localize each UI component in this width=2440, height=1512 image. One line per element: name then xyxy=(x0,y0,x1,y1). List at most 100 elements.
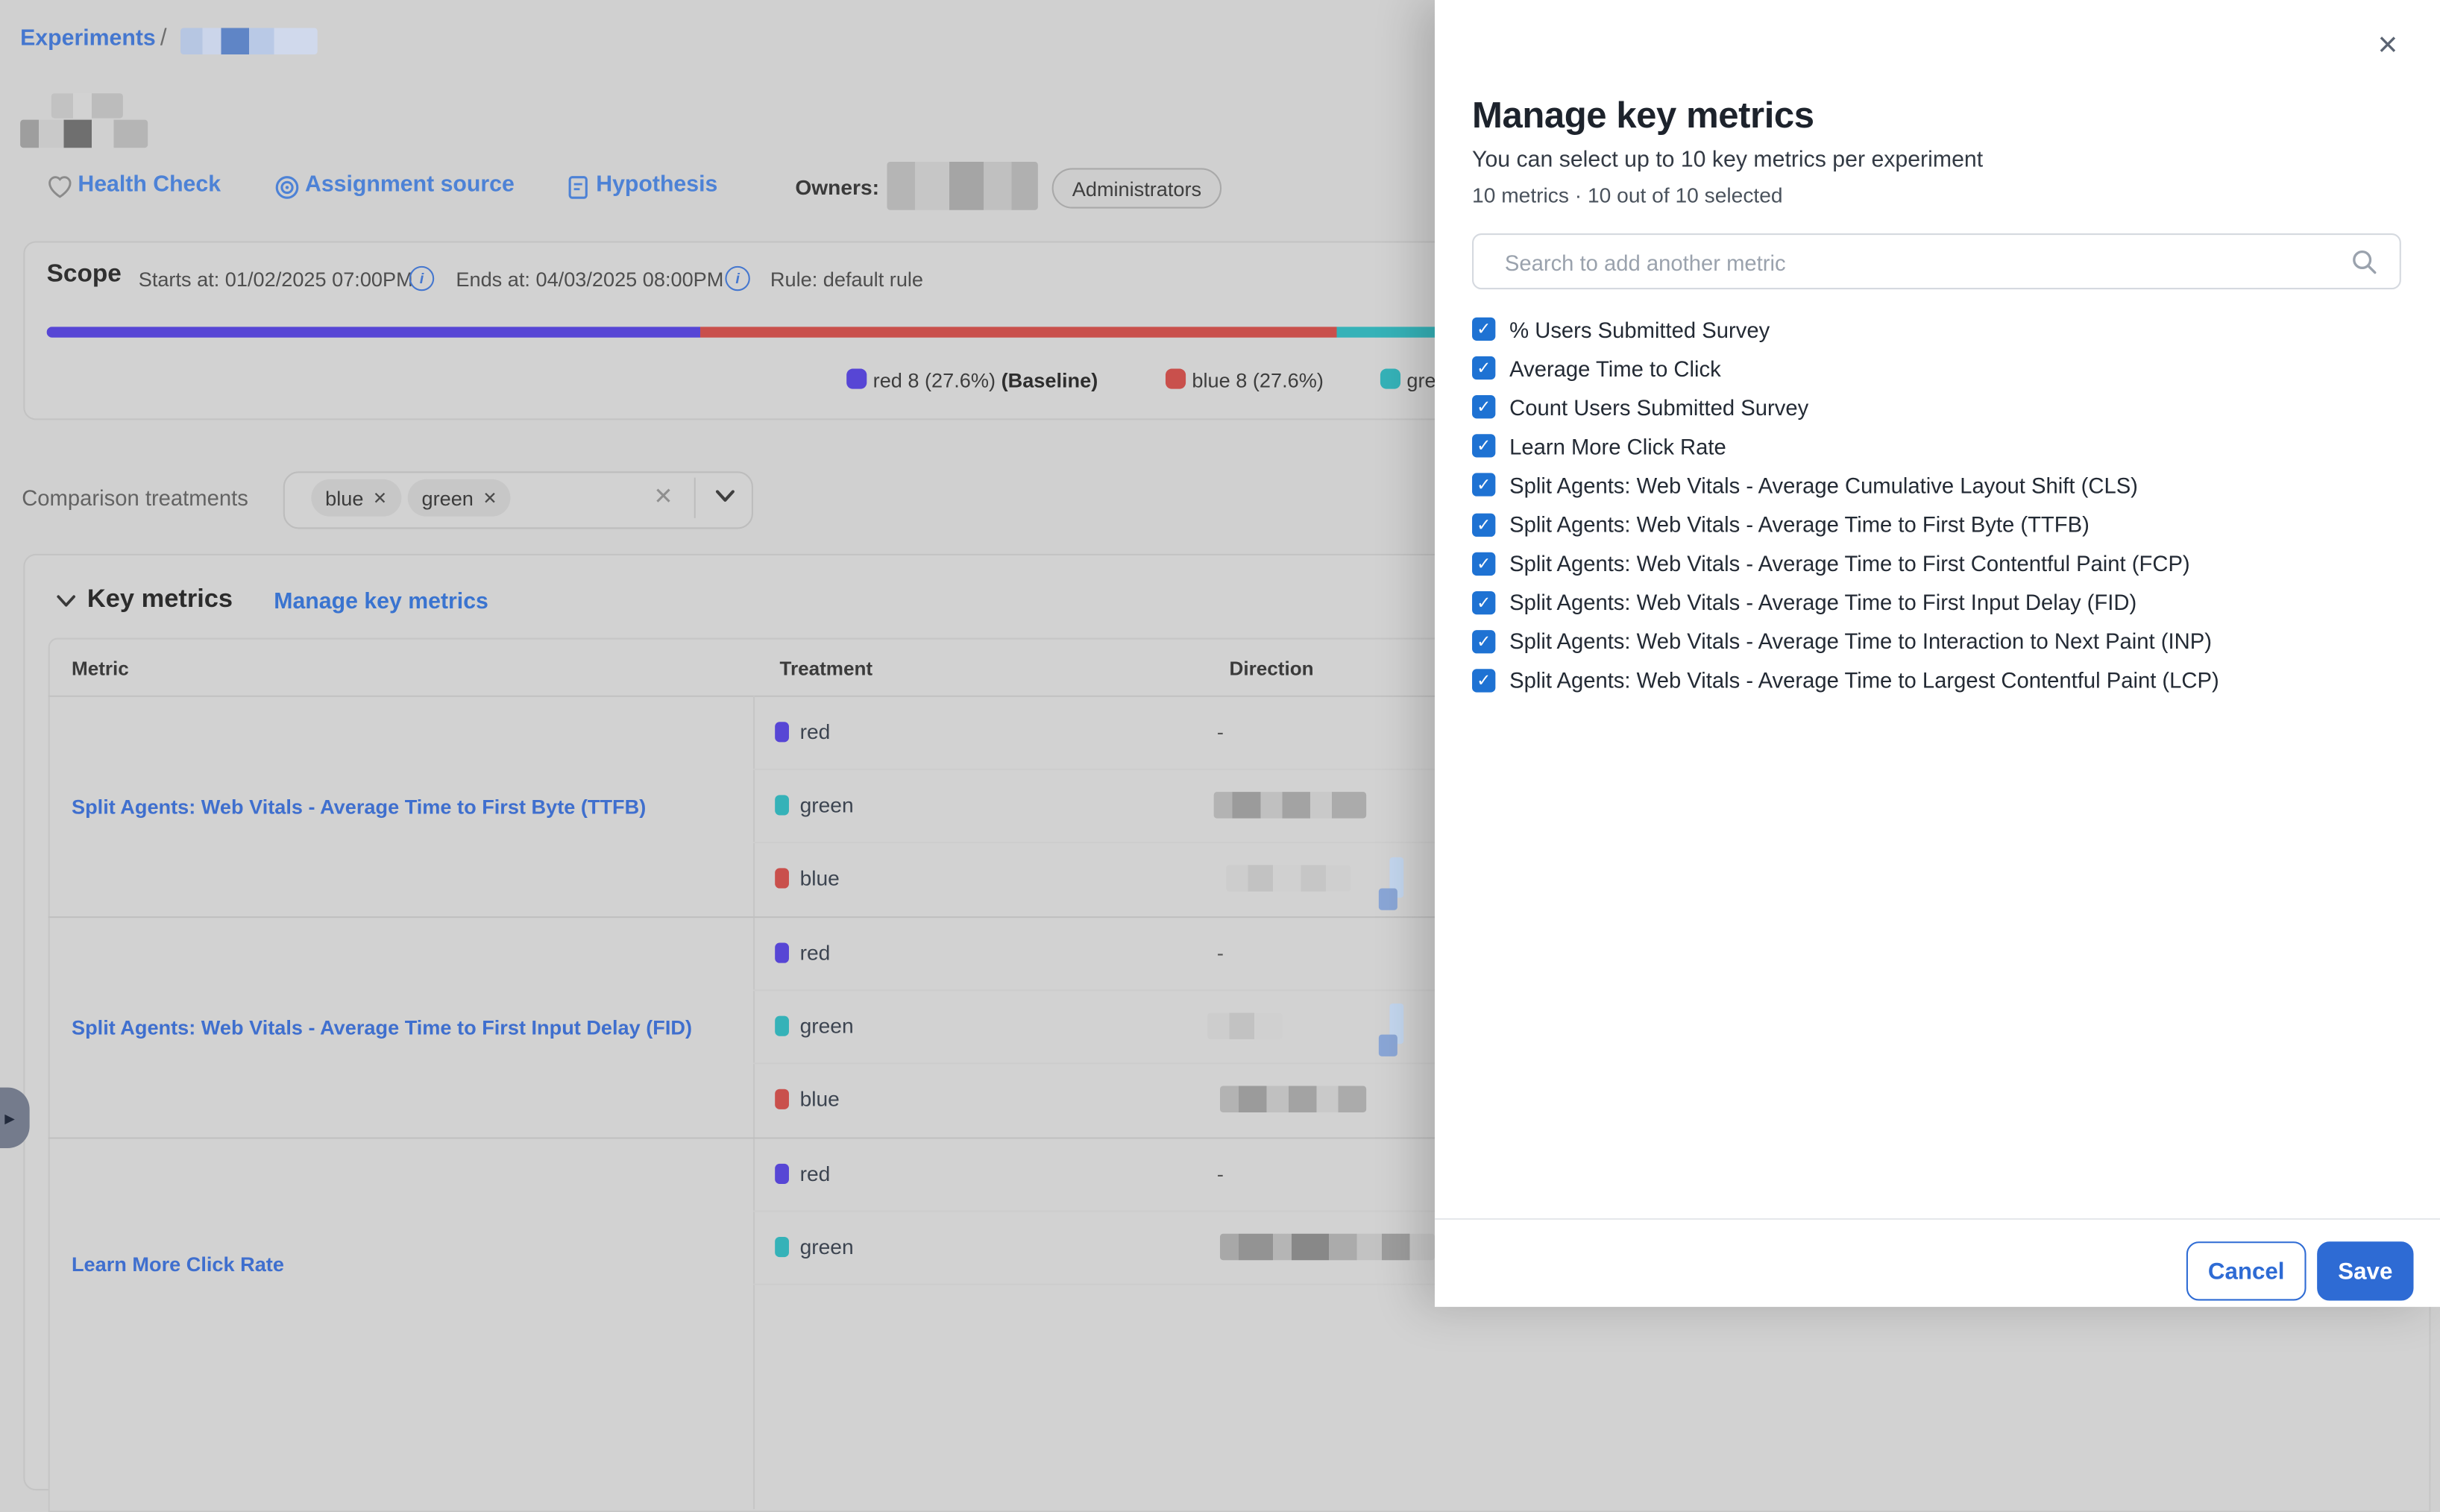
save-button[interactable]: Save xyxy=(2317,1241,2413,1300)
legend-text: blue 8 (27.6%) xyxy=(1192,369,1323,392)
checkbox-checked[interactable]: ✓ xyxy=(1472,473,1495,497)
metric-option[interactable]: ✓% Users Submitted Survey xyxy=(1472,309,1770,348)
metrics-count-line: 10 metrics · 10 out of 10 selected xyxy=(1472,183,1783,207)
metric-option[interactable]: ✓ Split Agents: Web Vitals - Average Time… xyxy=(1472,661,2219,700)
column-divider xyxy=(753,696,755,1509)
metric-option-label: Count Users Submitted Survey xyxy=(1509,394,1808,419)
treatment-swatch-green xyxy=(775,1016,789,1036)
metric-option-label: Split Agents: Web Vitals - Average Cumul… xyxy=(1509,473,2138,497)
redacted-experiment-title xyxy=(20,120,148,148)
redacted-direction xyxy=(1214,792,1366,818)
treatment-name: blue xyxy=(800,1088,840,1111)
redacted-direction xyxy=(1220,1086,1366,1112)
metric-option[interactable]: ✓ Split Agents: Web Vitals - Average Cumu… xyxy=(1472,466,2138,505)
sidebar-expand-handle[interactable]: ▸ xyxy=(0,1088,30,1148)
checkbox-checked[interactable]: ✓ xyxy=(1472,590,1495,614)
metric-option-label: Split Agents: Web Vitals - Average Time … xyxy=(1509,629,2212,654)
direction-value: - xyxy=(1217,941,1224,964)
column-header-direction: Direction xyxy=(1230,658,1314,680)
metric-option[interactable]: ✓ Split Agents: Web Vitals - Average Time… xyxy=(1472,505,2090,544)
treatment-swatch-green xyxy=(775,1237,789,1257)
chip-remove-icon[interactable]: ✕ xyxy=(373,488,387,508)
metric-option-label: Split Agents: Web Vitals - Average Time … xyxy=(1509,668,2219,693)
checkbox-checked[interactable]: ✓ xyxy=(1472,396,1495,419)
metric-link-fid[interactable]: Split Agents: Web Vitals - Average Time … xyxy=(72,1016,741,1039)
treatment-name: green xyxy=(800,793,854,816)
tab-assignment-source[interactable]: Assignment source xyxy=(305,173,515,198)
target-icon xyxy=(274,174,300,201)
breadcrumb-separator: / xyxy=(160,25,167,51)
scope-title: Scope xyxy=(47,262,122,290)
checkbox-checked[interactable]: ✓ xyxy=(1472,669,1495,692)
treatment-name: red xyxy=(800,720,831,743)
metric-option[interactable]: ✓ Average Time to Click xyxy=(1472,349,1721,388)
key-metrics-title: Key metrics xyxy=(87,585,233,615)
metric-link-learn-more[interactable]: Learn More Click Rate xyxy=(72,1253,741,1276)
drawer-subtitle: You can select up to 10 key metrics per … xyxy=(1472,148,1983,172)
treatment-swatch-red xyxy=(775,1164,789,1184)
owners-label: Owners: xyxy=(795,176,879,199)
direction-value: - xyxy=(1217,1162,1224,1185)
cancel-button[interactable]: Cancel xyxy=(2186,1241,2307,1300)
legend-swatch-blue xyxy=(1166,369,1186,389)
metric-option-label: Split Agents: Web Vitals - Average Time … xyxy=(1509,590,2136,614)
treatment-name: blue xyxy=(800,866,840,889)
chip-green[interactable]: green ✕ xyxy=(408,479,512,517)
treatment-swatch-red xyxy=(775,722,789,742)
metric-option[interactable]: ✓Learn More Click Rate xyxy=(1472,426,1726,465)
allocation-segment-red xyxy=(47,327,700,338)
legend-label-green: gre xyxy=(1406,369,1436,392)
tab-health-check[interactable]: Health Check xyxy=(78,173,221,198)
column-header-metric: Metric xyxy=(72,658,129,680)
footer-divider xyxy=(1435,1218,2440,1220)
treatment-swatch-red xyxy=(775,943,789,963)
metric-option-label: Average Time to Click xyxy=(1509,356,1721,380)
chevron-down-icon[interactable] xyxy=(714,488,736,504)
metric-option[interactable]: ✓ Split Agents: Web Vitals - Average Time… xyxy=(1472,544,2190,583)
metric-search-input[interactable] xyxy=(1502,235,2333,291)
treatment-swatch-blue xyxy=(775,868,789,888)
redacted-direction xyxy=(1226,865,1351,891)
metric-option-label: Split Agents: Web Vitals - Average Time … xyxy=(1509,512,2090,537)
treatment-name: red xyxy=(800,941,831,964)
info-icon[interactable]: i xyxy=(725,266,749,291)
chip-blue[interactable]: blue✕ xyxy=(311,479,401,517)
metric-option[interactable]: ✓ Count Users Submitted Survey xyxy=(1472,388,1808,426)
redacted-breadcrumb-name xyxy=(180,28,318,54)
checkbox-checked[interactable]: ✓ xyxy=(1472,435,1495,458)
info-icon[interactable]: i xyxy=(409,266,434,291)
select-divider xyxy=(694,478,696,518)
tab-hypothesis[interactable]: Hypothesis xyxy=(596,173,717,198)
redacted-experiment-title xyxy=(51,93,123,118)
legend-baseline-suffix: (Baseline) xyxy=(1002,369,1098,392)
checkbox-checked[interactable]: ✓ xyxy=(1472,356,1495,379)
redacted-direction xyxy=(1220,1234,1435,1260)
metric-option[interactable]: ✓ Split Agents: Web Vitals - Average Time… xyxy=(1472,622,2212,661)
legend-swatch-green xyxy=(1380,369,1400,389)
direction-value: - xyxy=(1217,720,1224,743)
checkbox-checked[interactable]: ✓ xyxy=(1472,513,1495,536)
manage-key-metrics-link[interactable]: Manage key metrics xyxy=(274,590,488,614)
metric-option-label: Split Agents: Web Vitals - Average Time … xyxy=(1509,551,2190,576)
close-icon[interactable]: × xyxy=(2378,28,2398,63)
checkbox-checked[interactable]: ✓ xyxy=(1472,630,1495,653)
legend-label-red: red 8 (27.6%) (Baseline) xyxy=(873,369,1098,392)
chip-remove-icon[interactable]: ✕ xyxy=(482,488,497,508)
scope-starts-at: Starts at: 01/02/2025 07:00PM xyxy=(139,268,413,291)
metric-option[interactable]: ✓ Split Agents: Web Vitals - Average Time… xyxy=(1472,583,2136,622)
redacted-direction xyxy=(1379,889,1397,910)
checkbox-checked[interactable]: ✓ xyxy=(1472,318,1495,341)
collapse-chevron-icon[interactable] xyxy=(56,594,76,608)
treatment-swatch-green xyxy=(775,795,789,815)
heart-icon xyxy=(47,174,73,201)
clear-selection-icon[interactable]: ✕ xyxy=(653,482,673,511)
legend-text: gre xyxy=(1406,369,1436,392)
metric-link-ttfb[interactable]: Split Agents: Web Vitals - Average Time … xyxy=(72,795,741,818)
chip-label: green xyxy=(422,486,474,509)
metric-search-box xyxy=(1472,233,2401,289)
drawer-title: Manage key metrics xyxy=(1472,95,1814,136)
treatment-swatch-blue xyxy=(775,1089,789,1109)
checkbox-checked[interactable]: ✓ xyxy=(1472,552,1495,575)
breadcrumb-experiments-link[interactable]: Experiments xyxy=(20,26,156,51)
redacted-direction xyxy=(1207,1012,1282,1039)
